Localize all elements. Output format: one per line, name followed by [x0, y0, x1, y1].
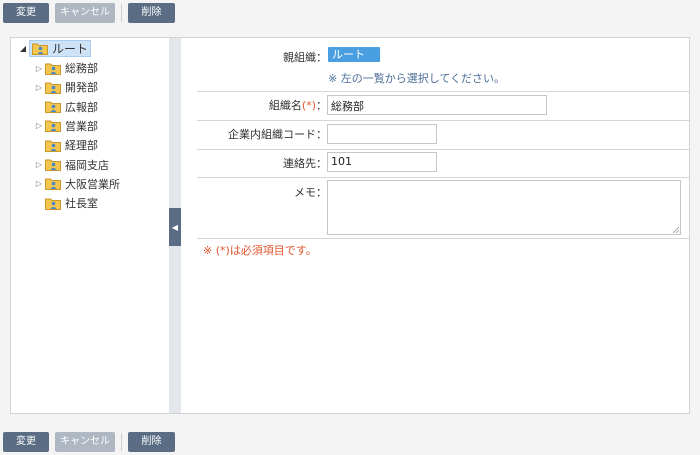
tree-item[interactable]: ▷ 総務部: [33, 59, 98, 77]
main-panel: ◢ ルート ▷ 総務部 ▷ 開発部広報部 ▷ 営業部経理部 ▷ 福岡支店 ▷ 大阪営業所社長室 ◀…: [10, 37, 690, 414]
tree-item-label: 社長室: [65, 197, 98, 211]
collapse-panel-button[interactable]: ◀: [169, 208, 181, 246]
expand-icon[interactable]: ▷: [33, 64, 45, 73]
memo-textarea[interactable]: [327, 180, 681, 235]
change-button[interactable]: 変更: [3, 432, 49, 452]
folder-user-icon: [32, 43, 48, 55]
expand-icon[interactable]: ▷: [33, 121, 45, 130]
expand-icon[interactable]: ▷: [33, 179, 45, 188]
tree-item[interactable]: ▷ 開発部: [33, 78, 98, 96]
parent-org-label: 親組織：: [283, 51, 327, 64]
tree-root-label: ルート: [52, 41, 89, 56]
folder-user-icon: [45, 101, 61, 114]
contact-label: 連絡先：: [283, 157, 327, 170]
contact-input[interactable]: 101: [327, 152, 437, 172]
tree-item[interactable]: 広報部: [33, 98, 98, 116]
tree-item-label: 福岡支店: [65, 158, 109, 172]
tree-item[interactable]: ▷ 営業部: [33, 117, 98, 135]
required-note: ※ (*)は必須項目です。: [203, 244, 317, 257]
parent-org-hint: ※ 左の一覧から選択してください。: [328, 72, 506, 85]
tree-item-label: 総務部: [65, 62, 98, 75]
folder-user-icon: [45, 178, 61, 191]
tree-item[interactable]: 社長室: [33, 194, 98, 212]
delete-button[interactable]: 削除: [128, 432, 175, 452]
org-name-label: 組織名(*)：: [268, 99, 327, 112]
organization-form: 親組織： ルート ※ 左の一覧から選択してください。 組織名(*)： 総務部 企…: [197, 38, 689, 413]
cancel-button[interactable]: キャンセル: [55, 432, 115, 452]
tree-root[interactable]: ◢ ルート: [17, 39, 92, 57]
divider: [197, 238, 689, 239]
folder-user-icon: [45, 82, 61, 94]
tree-root-selected[interactable]: ルート: [29, 39, 92, 57]
org-code-input[interactable]: [327, 124, 437, 144]
folder-user-icon: [45, 63, 61, 75]
top-toolbar: 変更 キャンセル 削除: [3, 3, 181, 23]
change-button[interactable]: 変更: [3, 3, 49, 23]
tree-item[interactable]: ▷ 大阪営業所: [33, 175, 120, 193]
resize-grip-icon[interactable]: [672, 226, 679, 233]
divider: [197, 149, 689, 150]
org-name-input[interactable]: 総務部: [327, 95, 547, 115]
cancel-button[interactable]: キャンセル: [55, 3, 115, 23]
tree-item-label: 開発部: [65, 81, 98, 95]
required-mark: (*): [301, 99, 316, 112]
memo-label: メモ：: [294, 186, 327, 199]
tree-item-label: 大阪営業所: [65, 177, 120, 191]
toolbar-divider: [121, 433, 122, 451]
organization-tree: ◢ ルート ▷ 総務部 ▷ 開発部広報部 ▷ 営業部経理部 ▷ 福岡支店 ▷ 大阪営業所社長室: [11, 38, 169, 413]
tree-item-label: 営業部: [65, 119, 98, 133]
folder-user-icon: [45, 159, 61, 171]
toolbar-divider: [121, 4, 122, 22]
expand-icon[interactable]: ▷: [33, 160, 45, 169]
delete-button[interactable]: 削除: [128, 3, 175, 23]
tree-item[interactable]: ▷ 福岡支店: [33, 156, 109, 174]
org-code-label: 企業内組織コード：: [228, 128, 327, 141]
tree-item-label: 経理部: [65, 139, 98, 153]
caret-left-icon: ◀: [171, 222, 179, 232]
divider: [197, 177, 689, 178]
parent-org-value: ルート: [328, 47, 380, 62]
tree-item[interactable]: 経理部: [33, 136, 98, 154]
divider: [197, 91, 689, 92]
collapse-icon[interactable]: ◢: [17, 44, 29, 53]
folder-user-icon: [45, 120, 61, 133]
folder-user-icon: [45, 198, 61, 210]
folder-user-icon: [45, 140, 61, 152]
bottom-toolbar: 変更 キャンセル 削除: [3, 432, 181, 452]
expand-icon[interactable]: ▷: [33, 83, 45, 92]
tree-item-label: 広報部: [65, 100, 98, 114]
divider: [197, 120, 689, 121]
splitter[interactable]: ◀: [169, 38, 181, 413]
